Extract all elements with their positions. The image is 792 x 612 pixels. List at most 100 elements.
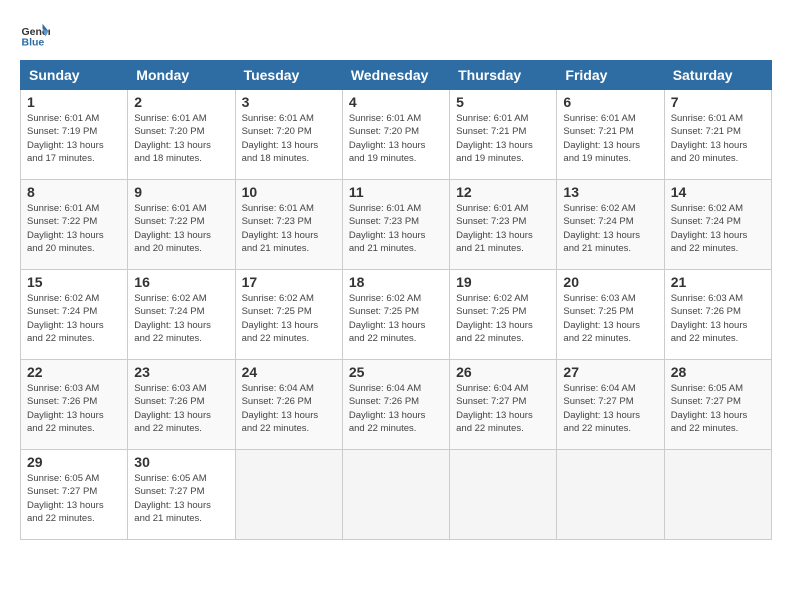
day-number: 8 [27,184,121,200]
day-number: 6 [563,94,657,110]
day-info: Sunrise: 6:04 AM Sunset: 7:26 PM Dayligh… [349,382,443,435]
day-of-week-header: Monday [128,61,235,90]
calendar-week-row: 29 Sunrise: 6:05 AM Sunset: 7:27 PM Dayl… [21,450,772,540]
day-info: Sunrise: 6:02 AM Sunset: 7:25 PM Dayligh… [456,292,550,345]
day-number: 13 [563,184,657,200]
day-number: 3 [242,94,336,110]
day-number: 19 [456,274,550,290]
calendar-day-cell: 14 Sunrise: 6:02 AM Sunset: 7:24 PM Dayl… [664,180,771,270]
calendar-day-cell: 18 Sunrise: 6:02 AM Sunset: 7:25 PM Dayl… [342,270,449,360]
day-number: 26 [456,364,550,380]
day-number: 23 [134,364,228,380]
day-number: 2 [134,94,228,110]
day-info: Sunrise: 6:04 AM Sunset: 7:27 PM Dayligh… [563,382,657,435]
day-number: 11 [349,184,443,200]
day-number: 16 [134,274,228,290]
calendar-day-cell: 23 Sunrise: 6:03 AM Sunset: 7:26 PM Dayl… [128,360,235,450]
day-number: 1 [27,94,121,110]
day-info: Sunrise: 6:01 AM Sunset: 7:23 PM Dayligh… [242,202,336,255]
calendar-day-cell: 9 Sunrise: 6:01 AM Sunset: 7:22 PM Dayli… [128,180,235,270]
day-of-week-header: Thursday [450,61,557,90]
calendar-day-cell: 21 Sunrise: 6:03 AM Sunset: 7:26 PM Dayl… [664,270,771,360]
calendar-day-cell: 13 Sunrise: 6:02 AM Sunset: 7:24 PM Dayl… [557,180,664,270]
calendar-day-cell: 1 Sunrise: 6:01 AM Sunset: 7:19 PM Dayli… [21,90,128,180]
day-info: Sunrise: 6:01 AM Sunset: 7:22 PM Dayligh… [134,202,228,255]
calendar-day-cell: 17 Sunrise: 6:02 AM Sunset: 7:25 PM Dayl… [235,270,342,360]
day-of-week-header: Tuesday [235,61,342,90]
calendar-day-cell [664,450,771,540]
calendar-day-cell: 7 Sunrise: 6:01 AM Sunset: 7:21 PM Dayli… [664,90,771,180]
day-number: 4 [349,94,443,110]
day-info: Sunrise: 6:01 AM Sunset: 7:23 PM Dayligh… [349,202,443,255]
calendar-day-cell: 25 Sunrise: 6:04 AM Sunset: 7:26 PM Dayl… [342,360,449,450]
day-number: 25 [349,364,443,380]
day-number: 14 [671,184,765,200]
calendar-day-cell [557,450,664,540]
calendar-day-cell: 15 Sunrise: 6:02 AM Sunset: 7:24 PM Dayl… [21,270,128,360]
day-of-week-header: Sunday [21,61,128,90]
day-info: Sunrise: 6:03 AM Sunset: 7:26 PM Dayligh… [134,382,228,435]
day-number: 24 [242,364,336,380]
calendar-day-cell: 26 Sunrise: 6:04 AM Sunset: 7:27 PM Dayl… [450,360,557,450]
calendar-header-row: SundayMondayTuesdayWednesdayThursdayFrid… [21,61,772,90]
day-info: Sunrise: 6:02 AM Sunset: 7:25 PM Dayligh… [349,292,443,345]
day-info: Sunrise: 6:03 AM Sunset: 7:26 PM Dayligh… [671,292,765,345]
day-number: 5 [456,94,550,110]
calendar-day-cell: 11 Sunrise: 6:01 AM Sunset: 7:23 PM Dayl… [342,180,449,270]
day-number: 17 [242,274,336,290]
day-info: Sunrise: 6:01 AM Sunset: 7:20 PM Dayligh… [349,112,443,165]
calendar-day-cell [342,450,449,540]
day-number: 7 [671,94,765,110]
day-number: 28 [671,364,765,380]
day-number: 18 [349,274,443,290]
calendar-day-cell: 6 Sunrise: 6:01 AM Sunset: 7:21 PM Dayli… [557,90,664,180]
calendar-day-cell: 12 Sunrise: 6:01 AM Sunset: 7:23 PM Dayl… [450,180,557,270]
calendar-day-cell: 22 Sunrise: 6:03 AM Sunset: 7:26 PM Dayl… [21,360,128,450]
day-info: Sunrise: 6:05 AM Sunset: 7:27 PM Dayligh… [134,472,228,525]
page-header: General Blue [20,20,772,50]
day-info: Sunrise: 6:02 AM Sunset: 7:24 PM Dayligh… [671,202,765,255]
day-info: Sunrise: 6:01 AM Sunset: 7:20 PM Dayligh… [242,112,336,165]
calendar-day-cell: 8 Sunrise: 6:01 AM Sunset: 7:22 PM Dayli… [21,180,128,270]
day-of-week-header: Saturday [664,61,771,90]
calendar-day-cell: 24 Sunrise: 6:04 AM Sunset: 7:26 PM Dayl… [235,360,342,450]
day-info: Sunrise: 6:01 AM Sunset: 7:22 PM Dayligh… [27,202,121,255]
day-info: Sunrise: 6:01 AM Sunset: 7:21 PM Dayligh… [563,112,657,165]
day-info: Sunrise: 6:02 AM Sunset: 7:25 PM Dayligh… [242,292,336,345]
day-number: 27 [563,364,657,380]
day-info: Sunrise: 6:02 AM Sunset: 7:24 PM Dayligh… [563,202,657,255]
day-info: Sunrise: 6:02 AM Sunset: 7:24 PM Dayligh… [27,292,121,345]
logo-icon: General Blue [20,20,50,50]
calendar-day-cell: 30 Sunrise: 6:05 AM Sunset: 7:27 PM Dayl… [128,450,235,540]
day-info: Sunrise: 6:01 AM Sunset: 7:23 PM Dayligh… [456,202,550,255]
calendar-day-cell: 3 Sunrise: 6:01 AM Sunset: 7:20 PM Dayli… [235,90,342,180]
day-info: Sunrise: 6:01 AM Sunset: 7:19 PM Dayligh… [27,112,121,165]
calendar-day-cell: 5 Sunrise: 6:01 AM Sunset: 7:21 PM Dayli… [450,90,557,180]
calendar-week-row: 22 Sunrise: 6:03 AM Sunset: 7:26 PM Dayl… [21,360,772,450]
day-of-week-header: Friday [557,61,664,90]
logo: General Blue [20,20,50,50]
day-number: 30 [134,454,228,470]
calendar-day-cell: 29 Sunrise: 6:05 AM Sunset: 7:27 PM Dayl… [21,450,128,540]
calendar-day-cell: 19 Sunrise: 6:02 AM Sunset: 7:25 PM Dayl… [450,270,557,360]
day-info: Sunrise: 6:03 AM Sunset: 7:26 PM Dayligh… [27,382,121,435]
day-info: Sunrise: 6:03 AM Sunset: 7:25 PM Dayligh… [563,292,657,345]
calendar-week-row: 8 Sunrise: 6:01 AM Sunset: 7:22 PM Dayli… [21,180,772,270]
calendar-day-cell: 28 Sunrise: 6:05 AM Sunset: 7:27 PM Dayl… [664,360,771,450]
day-info: Sunrise: 6:01 AM Sunset: 7:21 PM Dayligh… [671,112,765,165]
calendar-day-cell: 16 Sunrise: 6:02 AM Sunset: 7:24 PM Dayl… [128,270,235,360]
day-info: Sunrise: 6:01 AM Sunset: 7:21 PM Dayligh… [456,112,550,165]
calendar-day-cell: 2 Sunrise: 6:01 AM Sunset: 7:20 PM Dayli… [128,90,235,180]
calendar-day-cell: 4 Sunrise: 6:01 AM Sunset: 7:20 PM Dayli… [342,90,449,180]
calendar-day-cell [450,450,557,540]
day-number: 9 [134,184,228,200]
calendar-table: SundayMondayTuesdayWednesdayThursdayFrid… [20,60,772,540]
day-number: 20 [563,274,657,290]
day-info: Sunrise: 6:04 AM Sunset: 7:27 PM Dayligh… [456,382,550,435]
day-info: Sunrise: 6:01 AM Sunset: 7:20 PM Dayligh… [134,112,228,165]
calendar-day-cell [235,450,342,540]
calendar-day-cell: 27 Sunrise: 6:04 AM Sunset: 7:27 PM Dayl… [557,360,664,450]
day-info: Sunrise: 6:04 AM Sunset: 7:26 PM Dayligh… [242,382,336,435]
day-number: 10 [242,184,336,200]
day-number: 22 [27,364,121,380]
